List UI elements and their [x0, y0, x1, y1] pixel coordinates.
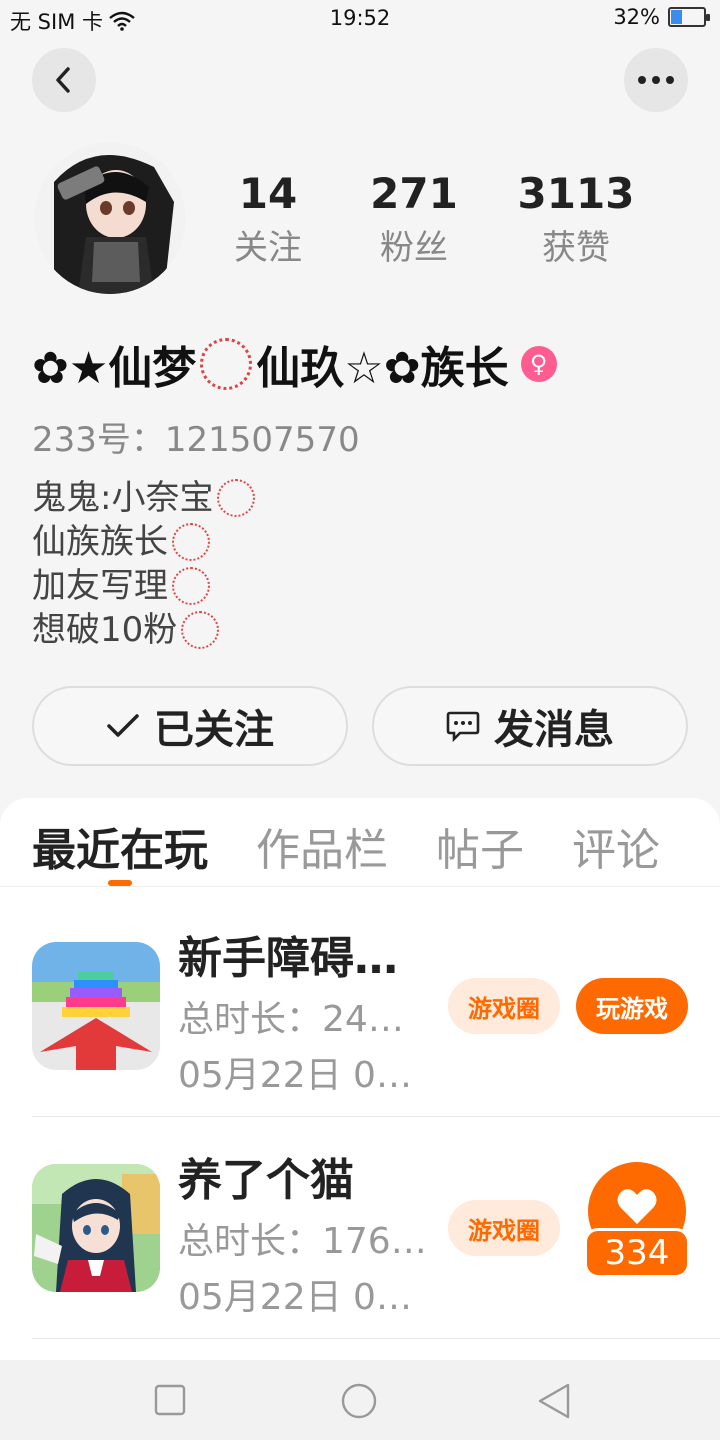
name-suffix: 仙玖☆✿族长: [256, 343, 509, 394]
game-icon[interactable]: [32, 942, 160, 1070]
sakura-stamp-icon: [217, 479, 256, 517]
user-id: 233号：121507570: [32, 420, 360, 460]
sakura-stamp-icon: [181, 611, 220, 649]
bio-line: 想破10粉: [32, 608, 259, 652]
tab-works[interactable]: 作品栏: [256, 814, 388, 878]
back-button[interactable]: [32, 48, 96, 112]
divider: [0, 886, 720, 887]
followed-label: 已关注: [154, 707, 274, 753]
game-duration: 总时长：24分钟: [178, 999, 434, 1040]
avatar-image: [34, 142, 186, 294]
bio-line: 仙族族长: [32, 520, 259, 564]
more-dots-icon: [638, 76, 674, 84]
game-date: 05月22日 05:00: [178, 1277, 434, 1318]
bio-text: 鬼鬼:小奈宝: [32, 478, 214, 518]
tab-posts[interactable]: 帖子: [436, 814, 524, 878]
stat-label: 粉丝: [380, 228, 448, 268]
back-nav-icon[interactable]: [536, 1382, 572, 1420]
battery-fill: [671, 10, 682, 24]
bio-line: 加友写理: [32, 564, 259, 608]
stat-value: 271: [370, 169, 458, 218]
bio-text: 想破10粉: [32, 610, 178, 650]
battery-icon: [668, 7, 710, 27]
game-title[interactable]: 新手障碍挑战: [178, 922, 438, 986]
game-title[interactable]: 养了个猫: [178, 1144, 438, 1208]
game-date: 05月22日 05:00: [178, 1055, 434, 1096]
stat-following[interactable]: 14 关注: [208, 168, 328, 276]
message-label: 发消息: [494, 707, 614, 753]
sakura-stamp-icon: [172, 523, 210, 561]
system-nav-bar: [0, 1360, 720, 1440]
stat-followers[interactable]: 271 粉丝: [354, 168, 474, 276]
female-icon: ♀: [520, 346, 557, 382]
bio-line: 鬼鬼:小奈宝: [32, 476, 259, 520]
stat-value: 3113: [517, 169, 635, 218]
row-divider: [32, 1338, 720, 1339]
tab-recent[interactable]: 最近在玩: [32, 814, 208, 878]
chat-bubble-icon: [446, 711, 480, 742]
home-icon[interactable]: [340, 1382, 378, 1420]
tab-comments[interactable]: 评论: [572, 814, 660, 878]
row-divider: [32, 1116, 720, 1117]
status-right: 32%: [613, 5, 710, 29]
game-thumbnail: [32, 942, 160, 1070]
sakura-stamp-icon: [200, 338, 253, 390]
message-button[interactable]: 发消息: [372, 686, 688, 766]
game-circle-button[interactable]: 游戏圈: [448, 1200, 560, 1256]
followed-button[interactable]: 已关注: [32, 686, 348, 766]
stat-label: 关注: [234, 228, 302, 268]
play-game-button[interactable]: 玩游戏: [576, 978, 688, 1034]
sakura-stamp-icon: [172, 567, 210, 605]
stat-label: 获赞: [542, 228, 610, 268]
bio-text: 仙族族长: [32, 522, 168, 562]
like-count: 334: [584, 1228, 690, 1278]
stat-likes[interactable]: 3113 获赞: [506, 168, 646, 276]
bio: 鬼鬼:小奈宝 仙族族长 加友写理 想破10粉: [32, 476, 259, 652]
game-thumbnail: [32, 1164, 160, 1292]
status-time: 19:52: [329, 6, 391, 30]
stat-value: 14: [238, 169, 298, 218]
game-circle-button[interactable]: 游戏圈: [448, 978, 560, 1034]
battery-percent: 32%: [613, 5, 660, 29]
bio-text: 加友写理: [32, 566, 168, 606]
name-prefix: ✿★仙梦: [32, 343, 197, 394]
recent-apps-icon[interactable]: [154, 1384, 186, 1416]
status-bar: 无 SIM 卡 19:52 32%: [0, 0, 720, 38]
more-button[interactable]: [624, 48, 688, 112]
avatar[interactable]: [34, 142, 186, 294]
game-duration: 总时长：176分钟: [178, 1221, 434, 1262]
check-icon: [107, 714, 139, 737]
game-icon[interactable]: [32, 1164, 160, 1292]
profile-name: ✿★仙梦 仙玖☆✿族长 ♀: [32, 332, 557, 396]
chevron-left-icon: [56, 67, 70, 93]
